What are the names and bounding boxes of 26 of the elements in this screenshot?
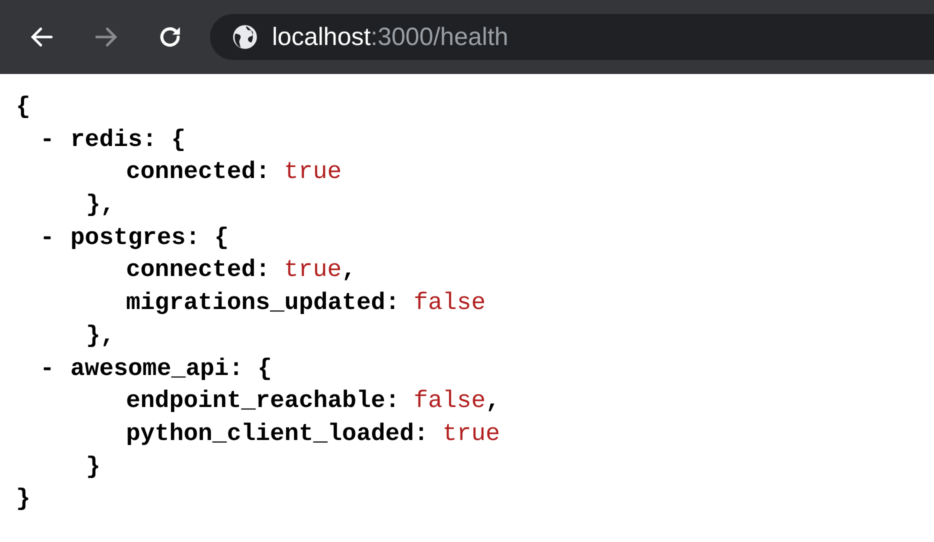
key-text: postgres: { [70,224,229,254]
key-text: awesome_api: { [70,354,272,384]
brace-text: }, [86,322,115,352]
list-bullet: - [40,224,54,254]
address-bar[interactable]: localhost:3000/health [210,14,934,60]
brace-text: } [16,485,30,516]
brace-text: }, [86,191,115,222]
key-text: redis: { [70,126,186,156]
key-text: python_client_loaded: [126,420,428,450]
key-text: endpoint_reachable: [126,387,400,418]
globe-icon [232,24,258,50]
key-text: connected: [126,256,270,286]
value-text: true [284,256,342,286]
list-bullet: - [40,126,54,156]
url-text: localhost:3000/health [272,22,508,52]
brace-text: { [16,93,30,123]
key-text: connected: [126,158,270,188]
value-text: true [284,158,342,188]
value-text: false [414,289,486,320]
comma-text: , [486,387,500,418]
value-text: true [442,420,500,450]
value-text: false [414,387,486,418]
brace-text: } [86,452,100,483]
comma-text: , [342,256,356,286]
key-text: migrations_updated: [126,289,400,320]
list-bullet: - [40,354,54,384]
